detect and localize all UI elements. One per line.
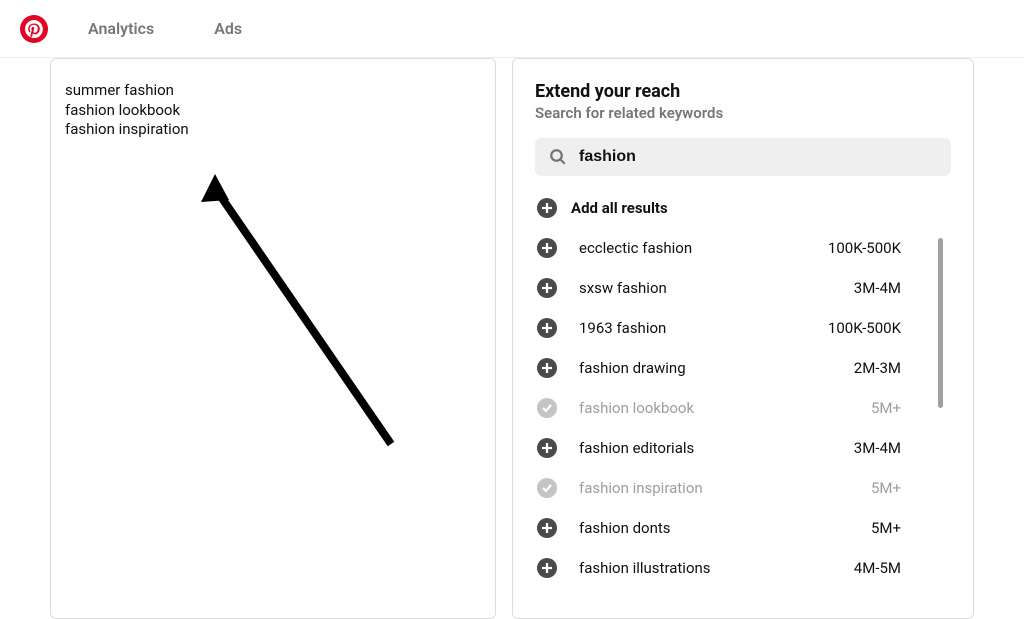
search-icon: [549, 148, 567, 166]
keyword-result-volume: 3M-4M: [854, 439, 901, 457]
keyword-result-row[interactable]: fashion lookbook5M+: [535, 388, 951, 428]
add-all-results-button[interactable]: Add all results: [535, 194, 951, 228]
plus-icon: [537, 198, 557, 218]
main-content: summer fashionfashion lookbookfashion in…: [0, 58, 1024, 619]
keyword-result-label: fashion drawing: [579, 359, 854, 377]
selected-keyword: summer fashion: [65, 81, 481, 101]
keyword-result-row[interactable]: fashion editorials3M-4M: [535, 428, 951, 468]
plus-icon[interactable]: [537, 318, 557, 338]
keyword-result-row[interactable]: 1963 fashion100K-500K: [535, 308, 951, 348]
keyword-result-label: fashion editorials: [579, 439, 854, 457]
keyword-result-volume: 100K-500K: [828, 319, 901, 337]
keyword-result-row[interactable]: fashion illustrations4M-5M: [535, 548, 951, 588]
keyword-result-volume: 5M+: [871, 479, 901, 497]
selected-keyword: fashion inspiration: [65, 120, 481, 140]
scrollbar[interactable]: [938, 238, 943, 408]
keyword-result-label: fashion donts: [579, 519, 871, 537]
selected-keywords-panel: summer fashionfashion lookbookfashion in…: [50, 58, 496, 619]
suggestions-subtitle: Search for related keywords: [535, 104, 951, 122]
keyword-search-input[interactable]: [579, 148, 937, 166]
results-list: ecclectic fashion100K-500Ksxsw fashion3M…: [535, 228, 951, 618]
keyword-suggestions-panel: Extend your reach Search for related key…: [512, 58, 974, 619]
arrow-annotation-icon: [201, 174, 411, 474]
keyword-result-volume: 100K-500K: [828, 239, 901, 257]
selected-keyword: fashion lookbook: [65, 101, 481, 121]
keyword-result-volume: 5M+: [871, 399, 901, 417]
keyword-result-label: ecclectic fashion: [579, 239, 828, 257]
selected-keywords-list: summer fashionfashion lookbookfashion in…: [65, 81, 481, 140]
keyword-result-label: 1963 fashion: [579, 319, 828, 337]
results-scroll-area: ecclectic fashion100K-500Ksxsw fashion3M…: [535, 228, 951, 618]
check-icon[interactable]: [537, 478, 557, 498]
suggestions-title: Extend your reach: [535, 81, 951, 102]
plus-icon[interactable]: [537, 518, 557, 538]
keyword-result-row[interactable]: fashion donts5M+: [535, 508, 951, 548]
add-all-label: Add all results: [571, 199, 668, 217]
keyword-result-row[interactable]: fashion drawing2M-3M: [535, 348, 951, 388]
keyword-result-row[interactable]: ecclectic fashion100K-500K: [535, 228, 951, 268]
plus-icon[interactable]: [537, 558, 557, 578]
keyword-result-volume: 5M+: [871, 519, 901, 537]
keyword-result-label: fashion inspiration: [579, 479, 871, 497]
keyword-result-row[interactable]: fashion inspiration5M+: [535, 468, 951, 508]
keyword-result-row[interactable]: sxsw fashion3M-4M: [535, 268, 951, 308]
keyword-result-volume: 3M-4M: [854, 279, 901, 297]
keyword-search-box[interactable]: [535, 138, 951, 176]
keyword-result-volume: 4M-5M: [854, 559, 901, 577]
top-header: Analytics Ads: [0, 0, 1024, 58]
plus-icon[interactable]: [537, 238, 557, 258]
plus-icon[interactable]: [537, 358, 557, 378]
nav-ads[interactable]: Ads: [214, 19, 242, 38]
keyword-result-label: fashion illustrations: [579, 559, 854, 577]
check-icon[interactable]: [537, 398, 557, 418]
keyword-result-volume: 2M-3M: [854, 359, 901, 377]
nav-analytics[interactable]: Analytics: [88, 19, 154, 38]
pinterest-logo-icon[interactable]: [20, 15, 48, 43]
keyword-result-label: fashion lookbook: [579, 399, 871, 417]
plus-icon[interactable]: [537, 438, 557, 458]
plus-icon[interactable]: [537, 278, 557, 298]
keyword-result-label: sxsw fashion: [579, 279, 854, 297]
